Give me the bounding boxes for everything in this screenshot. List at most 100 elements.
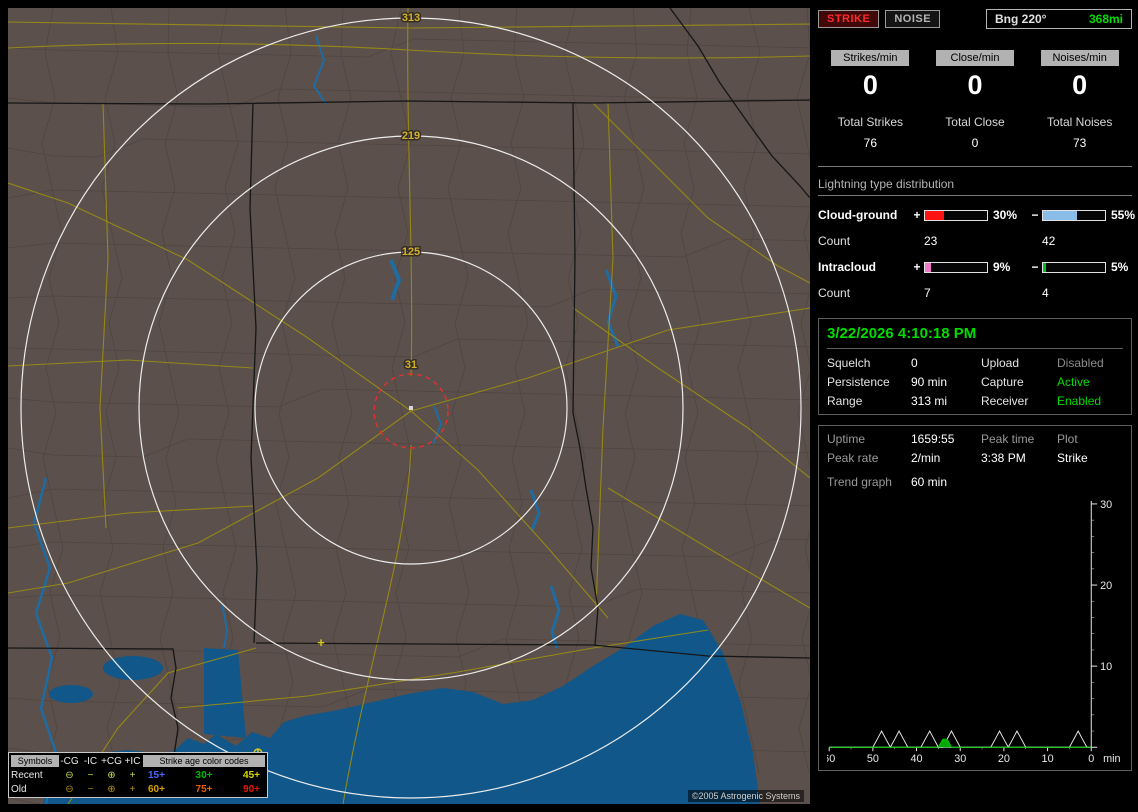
legend-old-ages: 60+ 75+ 90+ xyxy=(143,784,265,795)
legend-age-header: Strike age color codes xyxy=(143,755,265,767)
peak-time-label: Peak time xyxy=(981,432,1035,446)
strike-button[interactable]: STRIKE xyxy=(818,10,880,28)
persistence-value: 90 min xyxy=(911,375,948,389)
strikes-per-min-button[interactable]: Strikes/min xyxy=(831,50,910,66)
distribution-title: Lightning type distribution xyxy=(818,177,1132,196)
cloud-ground-count-row: Count 23 42 xyxy=(818,228,1132,254)
bearing-value: 368mi xyxy=(1088,12,1123,26)
count-label: Count xyxy=(818,286,851,300)
map-legend: Symbols -CG -IC +CG +IC Strike age color… xyxy=(8,752,268,798)
ring-label-219: 219 xyxy=(402,130,420,142)
cg-positive-bar xyxy=(924,209,988,221)
svg-text:60: 60 xyxy=(827,753,835,765)
receiver-location-marker xyxy=(409,406,413,410)
count-label: Count xyxy=(818,234,851,248)
cg-negative-bar xyxy=(1042,209,1106,221)
total-strikes-value: 76 xyxy=(863,136,877,150)
age-code: 75+ xyxy=(195,783,213,795)
bearing-display: Bng 220° 368mi xyxy=(986,9,1132,29)
neg-ic-icon: − xyxy=(87,769,94,781)
plus-sign: + xyxy=(913,208,921,222)
cg-negative-pct: 55% xyxy=(1111,208,1136,222)
svg-text:0: 0 xyxy=(1088,753,1094,765)
legend-symbols-header: Symbols xyxy=(11,755,59,767)
noise-button[interactable]: NOISE xyxy=(885,10,941,28)
neg-cg-icon: ⊖ xyxy=(65,783,74,795)
status-panel: 3/22/2026 4:10:18 PM Squelch 0 Upload Di… xyxy=(818,318,1132,415)
svg-text:40: 40 xyxy=(911,753,923,765)
total-strikes: Total Strikes 76 xyxy=(818,115,923,150)
cloud-ground-label: Cloud-ground xyxy=(818,208,898,222)
upload-status: Disabled xyxy=(1057,356,1104,370)
rates-row: Strikes/min 0 Close/min 0 Noises/min 0 xyxy=(818,50,1132,101)
ring-label-31: 31 xyxy=(405,359,417,371)
ic-positive-pct: 9% xyxy=(993,260,1011,274)
svg-text:10: 10 xyxy=(1100,661,1112,673)
legend-recent-ages: 15+ 30+ 45+ xyxy=(143,770,265,781)
ring-label-313: 313 xyxy=(402,12,420,24)
total-noises-value: 73 xyxy=(1072,136,1087,150)
legend-type-header: +CG xyxy=(101,755,122,767)
clock-display: 3/22/2026 4:10:18 PM xyxy=(827,325,1123,349)
legend-header-row: Symbols -CG -IC +CG +IC Strike age color… xyxy=(11,754,265,768)
mode-toggle-row: STRIKE NOISE Bng 220° 368mi xyxy=(818,8,1132,30)
svg-text:50: 50 xyxy=(867,753,879,765)
intracloud-row: Intracloud + 9% − 5% xyxy=(818,254,1132,280)
pos-cg-icon: ⊕ xyxy=(107,783,116,795)
svg-text:30: 30 xyxy=(1100,499,1112,511)
rate-close: Close/min 0 xyxy=(923,50,1028,101)
total-close-value: 0 xyxy=(971,136,979,150)
divider xyxy=(818,166,1132,167)
noises-per-min-button[interactable]: Noises/min xyxy=(1040,50,1119,66)
noises-per-min-value: 0 xyxy=(1072,70,1088,100)
strikes-per-min-value: 0 xyxy=(862,70,878,100)
intracloud-count-row: Count 7 4 xyxy=(818,280,1132,306)
map-canvas[interactable]: 313 219 125 31 + ⊕ ⊖ xyxy=(8,8,810,804)
range-value: 313 mi xyxy=(911,394,948,408)
squelch-value: 0 xyxy=(911,356,918,370)
peak-rate-value: 2/min xyxy=(911,451,941,465)
cg-positive-count: 23 xyxy=(924,234,938,248)
age-code: 15+ xyxy=(148,769,165,781)
intracloud-label: Intracloud xyxy=(818,260,877,274)
neg-ic-icon: − xyxy=(87,783,94,795)
receiver-status: Enabled xyxy=(1057,394,1102,408)
svg-text:20: 20 xyxy=(998,753,1010,765)
minus-sign: − xyxy=(1031,208,1039,222)
copyright-text: ©2005 Astrogenic Systems xyxy=(687,790,804,802)
legend-recent-row: Recent ⊖ − ⊕ + 15+ 30+ 45+ xyxy=(11,768,265,782)
minus-sign: − xyxy=(1031,260,1039,274)
ic-positive-bar xyxy=(924,261,988,273)
sidebar: STRIKE NOISE Bng 220° 368mi Strikes/min … xyxy=(818,8,1136,804)
uptime-label: Uptime xyxy=(827,432,866,446)
bearing-label: Bng 220° xyxy=(995,12,1047,26)
trend-window-value: 60 min xyxy=(911,475,948,489)
ic-positive-count: 7 xyxy=(924,286,931,300)
ic-negative-bar xyxy=(1042,261,1106,273)
ic-negative-pct: 5% xyxy=(1111,260,1129,274)
receiver-label: Receiver xyxy=(981,394,1029,408)
legend-old-label: Old xyxy=(11,783,27,795)
squelch-label: Squelch xyxy=(827,356,871,370)
ic-negative-count: 4 xyxy=(1042,286,1049,300)
plus-sign: + xyxy=(913,260,921,274)
trend-panel: Uptime 1659:55 Peak time Plot Peak rate … xyxy=(818,425,1132,771)
uptime-grid: Uptime 1659:55 Peak time Plot Peak rate … xyxy=(827,432,1123,465)
trend-graph-chart: 10 20 30 60 50 40 30 20 10 0 min xyxy=(827,499,1121,765)
total-noises-label: Total Noises xyxy=(1046,115,1113,129)
persistence-label: Persistence xyxy=(827,375,890,389)
legend-type-header: -CG xyxy=(60,755,79,767)
total-strikes-label: Total Strikes xyxy=(837,115,903,129)
close-per-min-button[interactable]: Close/min xyxy=(935,50,1014,66)
svg-text:30: 30 xyxy=(954,753,966,765)
close-per-min-value: 0 xyxy=(967,70,983,100)
lake xyxy=(49,685,93,703)
strike-symbol: + xyxy=(317,635,325,650)
svg-text:10: 10 xyxy=(1042,753,1054,765)
rate-strikes: Strikes/min 0 xyxy=(818,50,923,101)
map-panel[interactable]: 313 219 125 31 + ⊕ ⊖ Symbols -CG -IC +CG… xyxy=(8,8,810,804)
total-noises: Total Noises 73 xyxy=(1027,115,1132,150)
legend-recent-label: Recent xyxy=(11,769,43,781)
age-code: 45+ xyxy=(243,769,260,781)
total-close-label: Total Close xyxy=(945,115,1005,129)
